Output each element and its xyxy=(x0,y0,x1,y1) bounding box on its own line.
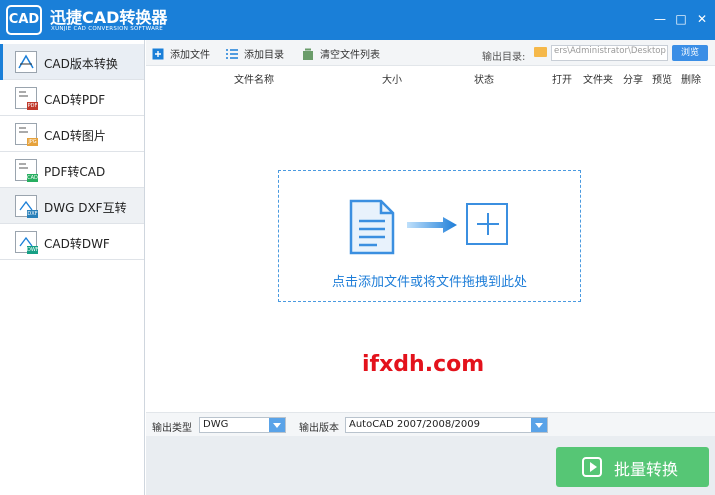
column-delete: 删除 xyxy=(681,75,701,86)
column-folder: 文件夹 xyxy=(583,75,613,86)
add-file-label: 添加文件 xyxy=(170,50,210,61)
sidebar-item-cad-to-image[interactable]: JPG CAD转图片 xyxy=(0,116,144,152)
column-preview: 预览 xyxy=(652,75,672,86)
add-file-button[interactable]: 添加文件 xyxy=(152,46,210,61)
column-filename: 文件名称 xyxy=(234,75,274,86)
sidebar-item-label: CAD转图片 xyxy=(44,129,106,143)
sidebar-item-label: DWG DXF互转 xyxy=(44,201,127,215)
add-file-icon xyxy=(152,48,164,60)
cad-to-dwf-icon: DWF xyxy=(15,231,39,254)
cad-to-pdf-icon: PDF xyxy=(15,87,38,110)
file-drop-zone[interactable]: 点击添加文件或将文件拖拽到此处 xyxy=(278,170,581,302)
batch-convert-button[interactable]: 批量转换 xyxy=(556,447,709,487)
add-folder-label: 添加目录 xyxy=(244,50,284,61)
arrow-right-icon xyxy=(407,217,457,233)
sidebar-item-label: CAD版本转换 xyxy=(44,57,118,71)
output-type-select[interactable]: DWG xyxy=(199,417,286,433)
app-title: 迅捷CAD转换器 xyxy=(50,8,168,27)
add-folder-button[interactable]: 添加目录 xyxy=(226,46,284,61)
chevron-down-icon xyxy=(269,418,285,432)
pdf-to-cad-icon: CAD xyxy=(15,159,38,182)
folder-icon[interactable] xyxy=(534,47,547,57)
drop-zone-text: 点击添加文件或将文件拖拽到此处 xyxy=(331,275,527,290)
clear-list-label: 清空文件列表 xyxy=(320,50,380,61)
watermark-text: ifxdh.com xyxy=(362,352,485,377)
sidebar: CAD版本转换 PDF CAD转PDF JPG CAD转图片 CAD PDF转C… xyxy=(0,40,145,495)
output-type-label: 输出类型 xyxy=(152,423,192,434)
close-button[interactable]: ✕ xyxy=(695,12,709,26)
output-dir-field[interactable]: ers\Administrator\Desktop xyxy=(551,45,668,61)
batch-convert-label: 批量转换 xyxy=(614,460,679,479)
minimize-button[interactable]: — xyxy=(653,12,667,26)
output-dir-label: 输出目录: xyxy=(482,52,526,63)
output-type-value: DWG xyxy=(203,419,229,430)
output-version-select[interactable]: AutoCAD 2007/2008/2009 xyxy=(345,417,548,433)
app-subtitle: XUNJIE CAD CONVERSION SOFTWARE xyxy=(51,26,164,32)
sidebar-item-dwg-dxf[interactable]: DXF DWG DXF互转 xyxy=(0,188,144,224)
clear-list-icon xyxy=(303,48,313,60)
app-logo: CAD xyxy=(6,5,42,35)
clear-list-button[interactable]: 清空文件列表 xyxy=(302,46,380,61)
output-version-label: 输出版本 xyxy=(299,423,339,434)
add-plus-icon xyxy=(466,203,508,245)
sidebar-item-cad-to-pdf[interactable]: PDF CAD转PDF xyxy=(0,80,144,116)
output-options: 输出类型 DWG 输出版本 AutoCAD 2007/2008/2009 xyxy=(146,412,715,436)
file-table-header: 文件名称 大小 状态 打开 文件夹 分享 预览 删除 xyxy=(146,66,715,88)
play-icon xyxy=(582,457,602,477)
document-icon xyxy=(349,199,395,255)
sidebar-item-label: PDF转CAD xyxy=(44,165,106,179)
maximize-button[interactable]: □ xyxy=(674,12,688,26)
column-status: 状态 xyxy=(474,75,494,86)
browse-button[interactable]: 浏览 xyxy=(672,45,708,61)
column-open: 打开 xyxy=(552,75,572,86)
cad-version-icon xyxy=(15,51,37,73)
title-bar: CAD 迅捷CAD转换器 XUNJIE CAD CONVERSION SOFTW… xyxy=(0,0,715,40)
sidebar-item-pdf-to-cad[interactable]: CAD PDF转CAD xyxy=(0,152,144,188)
toolbar: 添加文件 添加目录 清空文件列表 输出目录: ers\Administrator… xyxy=(146,40,715,66)
chevron-down-icon xyxy=(531,418,547,432)
sidebar-item-cad-version[interactable]: CAD版本转换 xyxy=(0,44,144,80)
column-share: 分享 xyxy=(623,75,643,86)
sidebar-item-label: CAD转PDF xyxy=(44,93,106,107)
list-icon xyxy=(226,49,238,59)
output-version-value: AutoCAD 2007/2008/2009 xyxy=(349,419,481,430)
dwg-dxf-icon: DXF xyxy=(15,195,38,218)
sidebar-item-label: CAD转DWF xyxy=(44,237,110,251)
sidebar-item-cad-to-dwf[interactable]: DWF CAD转DWF xyxy=(0,224,144,260)
column-size: 大小 xyxy=(382,75,402,86)
cad-to-image-icon: JPG xyxy=(15,123,38,146)
